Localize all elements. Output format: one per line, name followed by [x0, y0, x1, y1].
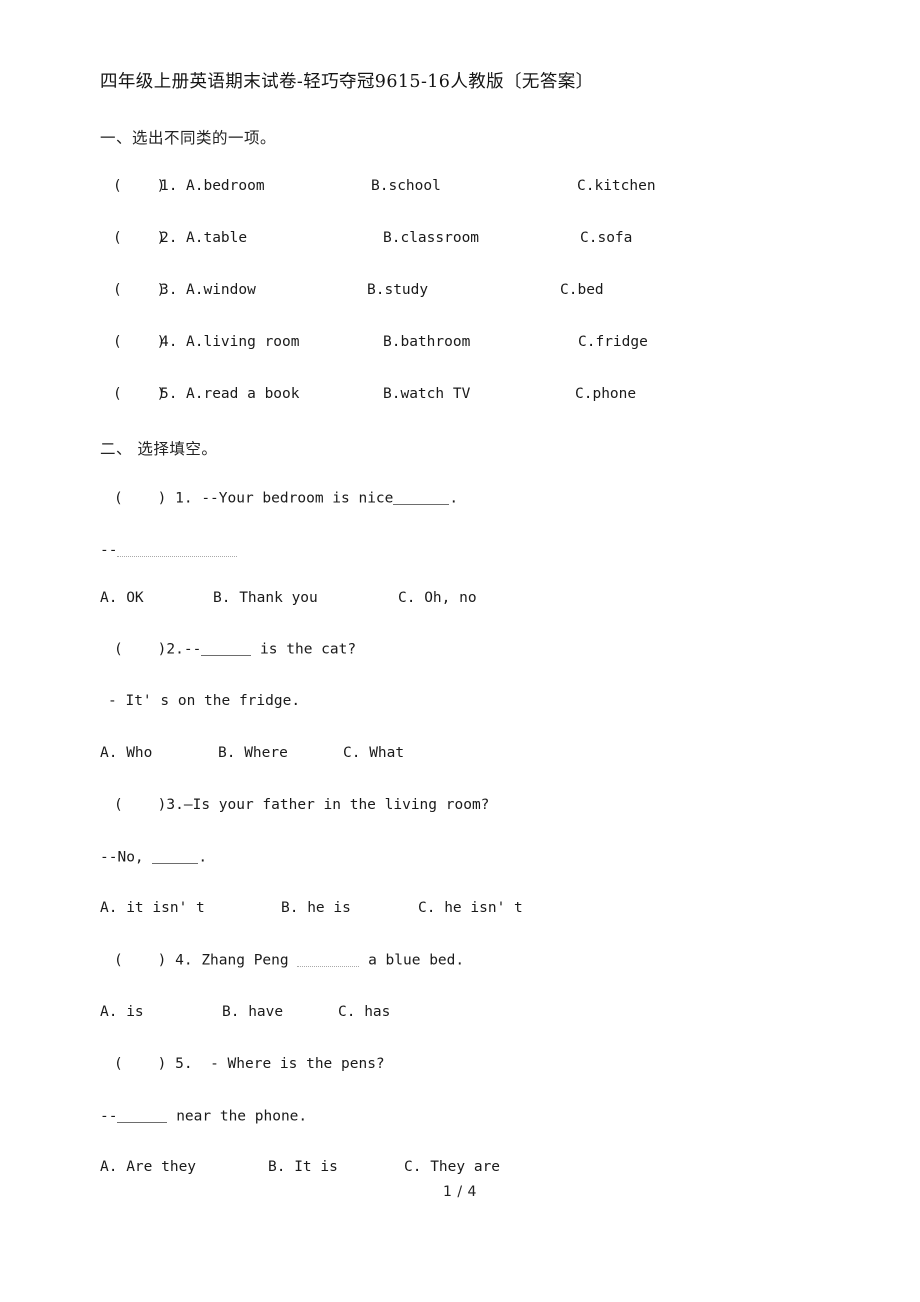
exam-page: 四年级上册英语期末试卷-轻巧夺冠9615-16人教版〔无答案〕 一、选出不同类的… [0, 0, 920, 1302]
page-title: 四年级上册英语期末试卷-轻巧夺冠9615-16人教版〔无答案〕 [100, 72, 594, 92]
question-number: 5. [160, 386, 178, 402]
question-reply: -- near the phone. [100, 1108, 307, 1125]
answer-blank[interactable] [152, 849, 199, 864]
question-text: -- [183, 641, 202, 658]
reply-text: - It' s on the fridge. [108, 693, 301, 709]
options-row: A. is B. have C. has [0, 1004, 920, 1028]
option-b[interactable]: B.classroom [383, 230, 479, 246]
option-a[interactable]: A.read a book [186, 386, 300, 402]
question-text: --Your bedroom is nice [201, 490, 394, 507]
question-number-text: 2. [166, 641, 184, 658]
option-a[interactable]: A.living room [186, 334, 300, 350]
option-c[interactable]: C. he isn' t [418, 900, 523, 916]
option-a[interactable]: A. it isn' t [100, 900, 205, 916]
option-b[interactable]: B.school [371, 178, 441, 194]
option-b[interactable]: B. he is [281, 900, 351, 916]
option-c[interactable]: C.phone [575, 386, 636, 402]
reply-text: -- [100, 542, 118, 559]
option-c[interactable]: C.kitchen [577, 178, 656, 194]
option-a[interactable]: A.bedroom [186, 178, 265, 194]
question-number-text: 1. [175, 490, 193, 507]
option-a[interactable]: A. Who [100, 745, 152, 761]
reply-text-tail: . [198, 849, 208, 866]
stem-spacer [166, 953, 175, 969]
options-row: A. it isn' t B. he is C. he isn' t [0, 900, 920, 924]
option-b[interactable]: B. Thank you [213, 590, 318, 606]
answer-blank[interactable] [297, 952, 360, 967]
question-stem: ( )2.-- is the cat? [114, 641, 356, 658]
question-reply: --No, . [100, 849, 207, 866]
question-stem: ( ) 5. - Where is the pens? [114, 1056, 385, 1072]
question-number: 1. [160, 178, 178, 194]
question-text: —Is your father in the living room? [183, 797, 490, 813]
answer-blank[interactable] [117, 1108, 168, 1123]
question-number-text: 5. [175, 1056, 193, 1072]
option-b[interactable]: B.study [367, 282, 428, 298]
option-a[interactable]: A. OK [100, 590, 144, 606]
option-a[interactable]: A. is [100, 1004, 144, 1020]
option-c[interactable]: C. Oh, no [398, 590, 477, 606]
reply-text: -- [100, 1108, 118, 1125]
question-stem: ( ) 4. Zhang Peng a blue bed. [114, 952, 464, 969]
answer-bracket[interactable]: ( ) [113, 386, 165, 402]
section-heading-two: 二、 选择填空。 [100, 440, 218, 458]
option-b[interactable]: B. have [222, 1004, 283, 1020]
option-c[interactable]: C.sofa [580, 230, 632, 246]
question-number-text: 3. [166, 797, 184, 813]
option-a[interactable]: A.table [186, 230, 247, 246]
question-text: - Where is the pens? [210, 1056, 385, 1072]
options-row: A. Are they B. It is C. They are [0, 1159, 920, 1183]
options-row: A. OK B. Thank you C. Oh, no [0, 590, 920, 614]
question-row: ( ) 1. A.bedroom B.school C.kitchen [0, 178, 920, 202]
question-number-text: 4. [175, 952, 193, 969]
answer-bracket[interactable]: ( ) [113, 282, 165, 298]
question-row: ( ) 2. A.table B.classroom C.sofa [0, 230, 920, 254]
stem-spacer [166, 1056, 175, 1072]
option-b[interactable]: B.watch TV [383, 386, 470, 402]
answer-bracket[interactable]: ( ) [113, 334, 165, 350]
question-row: ( ) 3. A.window B.study C.bed [0, 282, 920, 306]
stem-spacer2 [193, 1056, 210, 1072]
page-number: 1 / 4 [443, 1184, 477, 1200]
answer-bracket[interactable]: ( ) [114, 797, 166, 813]
question-row: ( ) 4. A.living room B.bathroom C.fridge [0, 334, 920, 358]
option-a[interactable]: A. Are they [100, 1159, 196, 1175]
question-text: Zhang Peng [201, 952, 298, 969]
reply-text-tail: near the phone. [167, 1108, 308, 1125]
answer-bracket[interactable]: ( ) [114, 1056, 166, 1072]
answer-bracket[interactable]: ( ) [114, 953, 166, 969]
question-reply: -- [100, 542, 238, 559]
answer-bracket[interactable]: ( ) [114, 491, 166, 507]
question-number: 3. [160, 282, 178, 298]
answer-blank[interactable] [393, 490, 450, 505]
question-text-tail: a blue bed. [359, 952, 465, 969]
section-heading-one: 一、选出不同类的一项。 [100, 129, 277, 147]
answer-bracket[interactable]: ( ) [113, 230, 165, 246]
question-row: ( ) 5. A.read a book B.watch TV C.phone [0, 386, 920, 410]
option-c[interactable]: C.bed [560, 282, 604, 298]
option-a[interactable]: A.window [186, 282, 256, 298]
option-c[interactable]: C. What [343, 745, 404, 761]
option-c[interactable]: C. They are [404, 1159, 500, 1175]
answer-bracket[interactable]: ( ) [113, 178, 165, 194]
question-reply: - It' s on the fridge. [108, 693, 300, 709]
options-row: A. Who B. Where C. What [0, 745, 920, 769]
answer-blank[interactable] [117, 542, 238, 557]
question-stem: ( ) 1. --Your bedroom is nice. [114, 490, 458, 507]
question-number: 2. [160, 230, 178, 246]
question-number [166, 491, 175, 507]
option-b[interactable]: B. It is [268, 1159, 338, 1175]
answer-blank[interactable] [201, 641, 252, 656]
reply-text: --No, [100, 849, 153, 866]
question-text-tail: is the cat? [251, 641, 357, 658]
answer-bracket[interactable]: ( ) [114, 642, 166, 658]
question-text-tail: . [449, 490, 459, 507]
option-c[interactable]: C.fridge [578, 334, 648, 350]
option-c[interactable]: C. has [338, 1004, 390, 1020]
option-b[interactable]: B.bathroom [383, 334, 470, 350]
question-stem: ( )3.—Is your father in the living room? [114, 797, 489, 813]
option-b[interactable]: B. Where [218, 745, 288, 761]
question-number: 4. [160, 334, 178, 350]
